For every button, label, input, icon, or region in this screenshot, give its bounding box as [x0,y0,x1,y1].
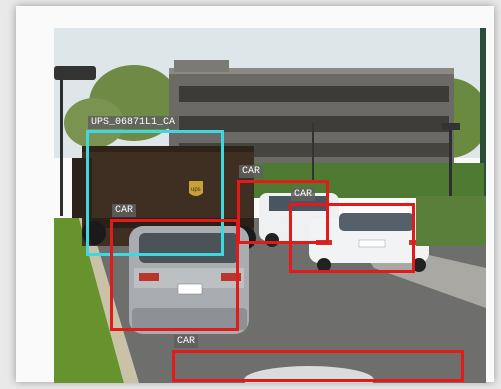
detection-label-car-bottom: CAR [174,335,199,348]
image-frame: ups UPS_06871L1_CA CAR CAR CAR CAR [16,6,494,383]
detection-label-ups-truck: UPS_06871L1_CA [88,116,179,129]
detection-label-car-silver-suv: CAR [112,204,137,217]
detection-box-car-bottom [172,350,464,382]
detection-label-car-sedan: CAR [291,188,316,201]
detection-box-car-silver-suv [110,219,239,331]
detection-label-car-suv-white: CAR [239,165,264,178]
detection-box-car-sedan [289,203,415,273]
